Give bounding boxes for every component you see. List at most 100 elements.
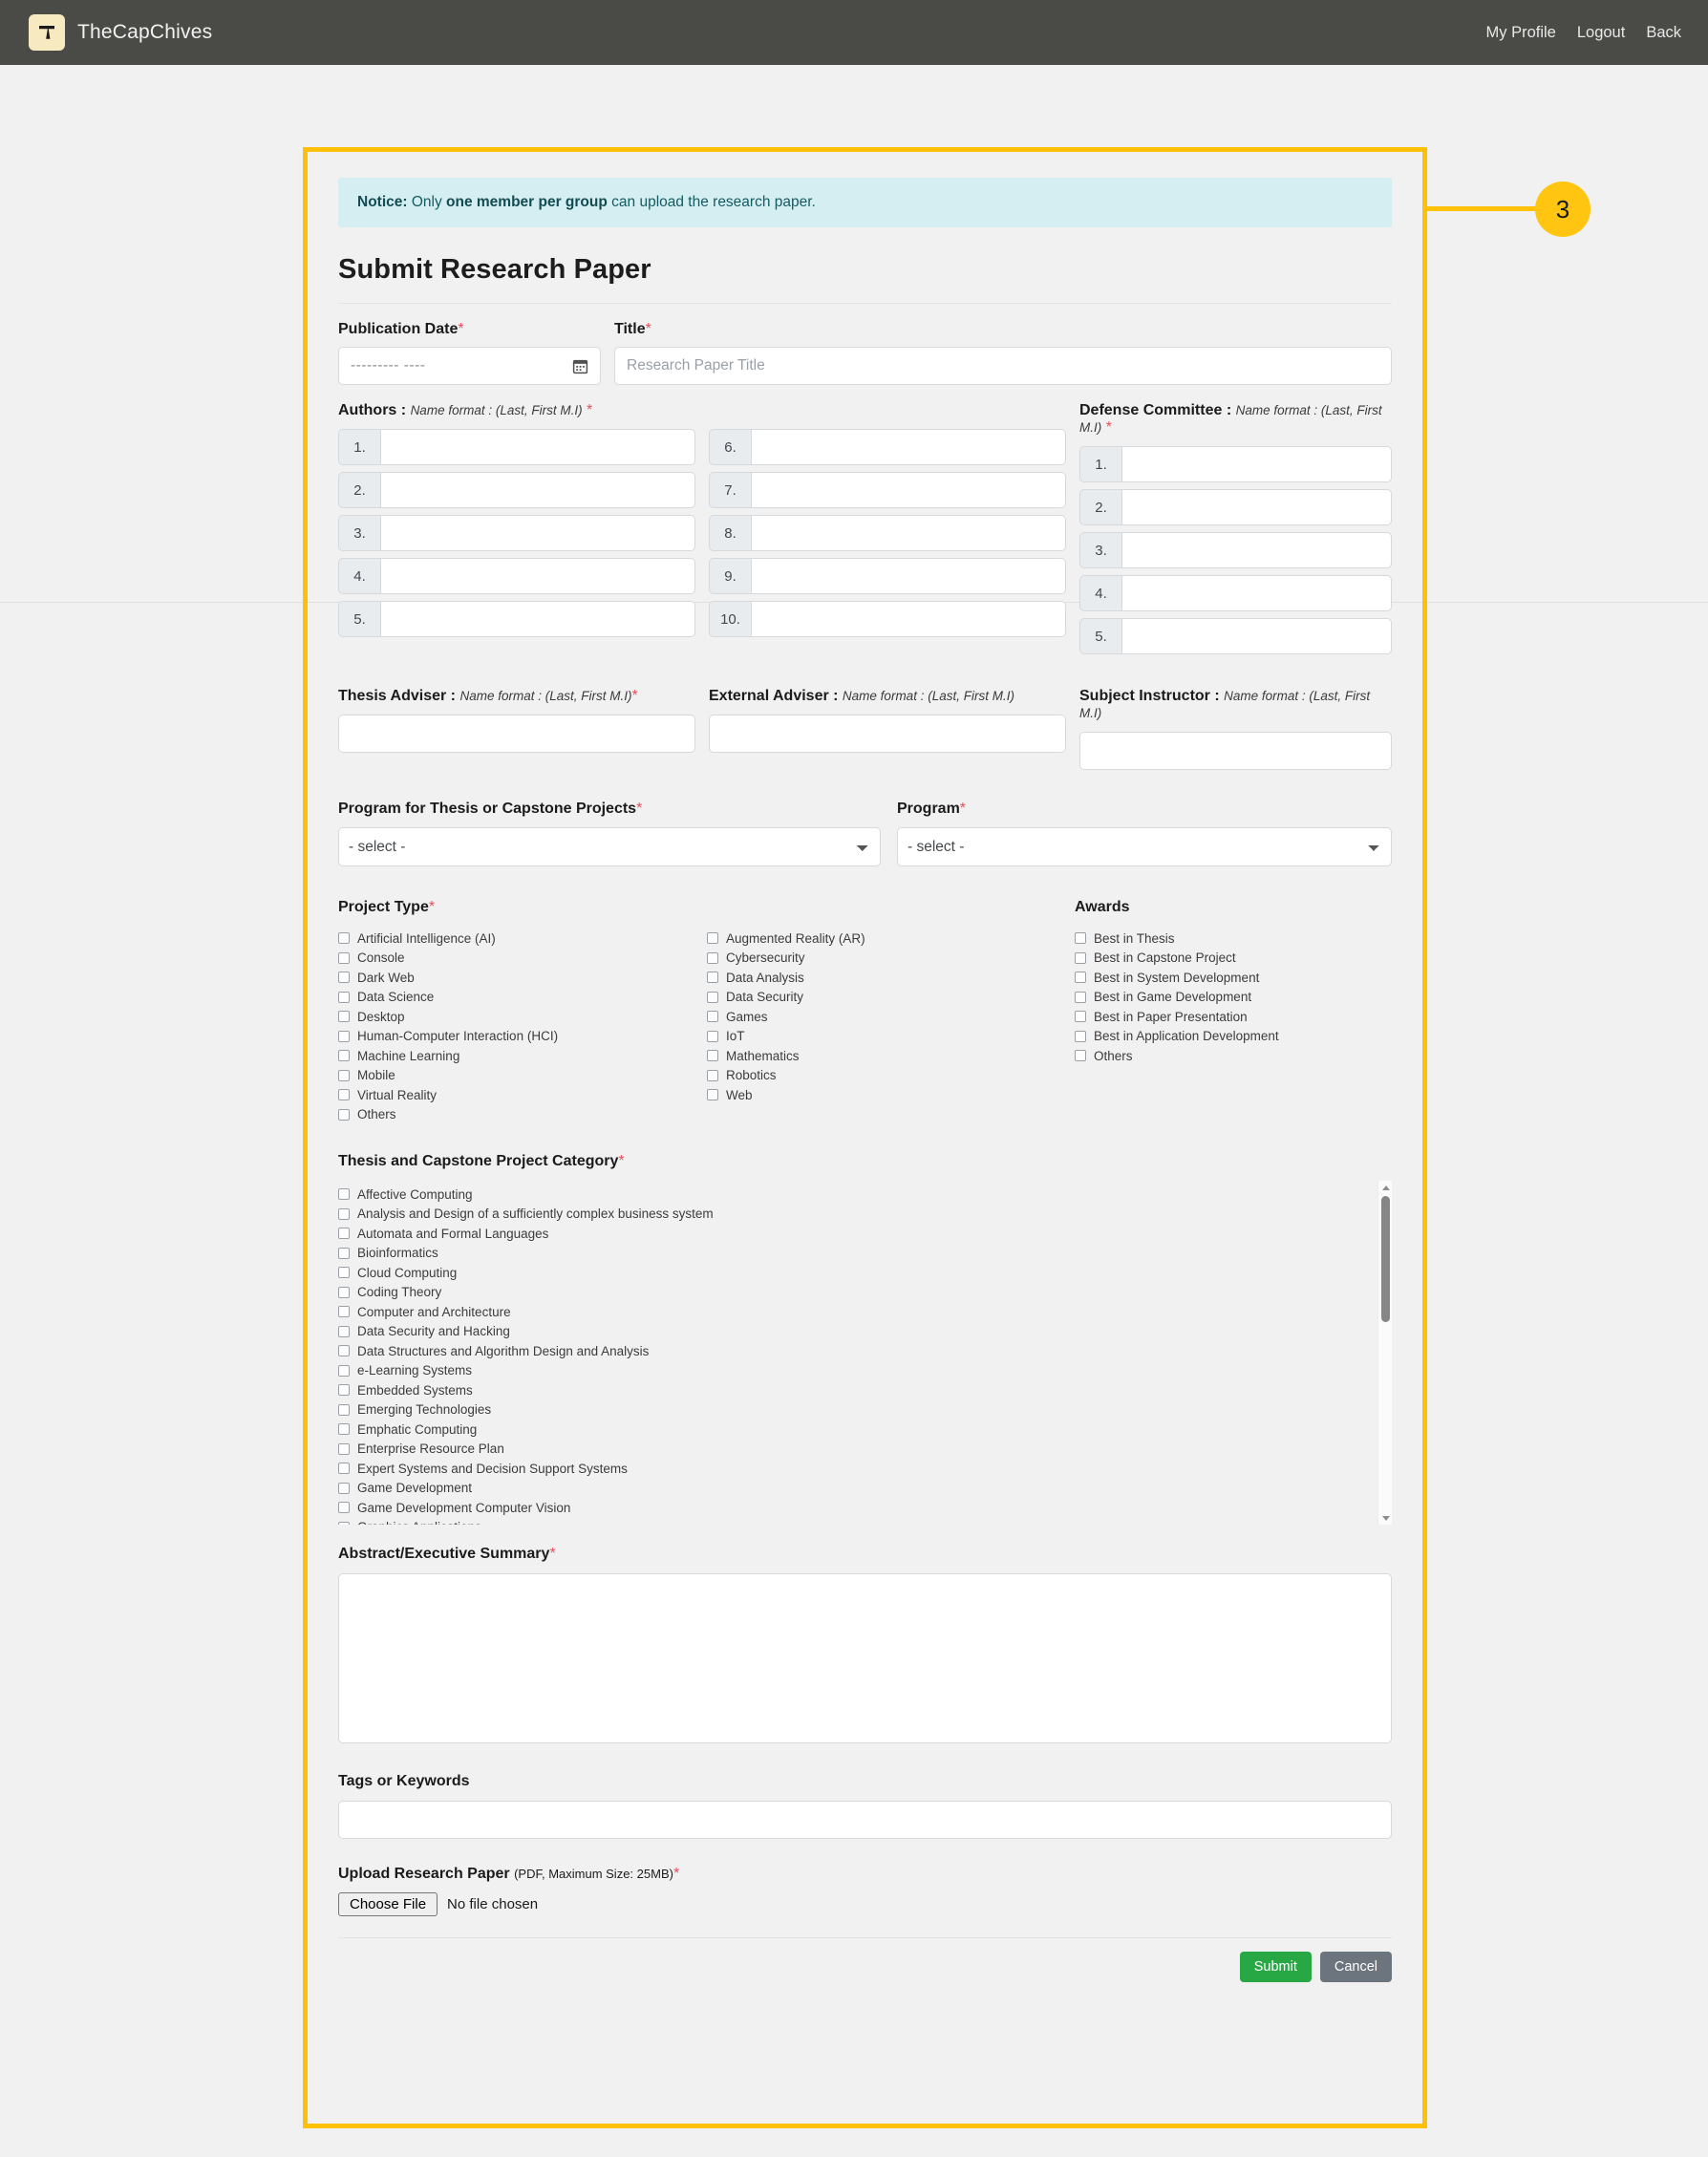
checkbox-row[interactable]: Console (338, 949, 707, 969)
checkbox-row[interactable]: Data Structures and Algorithm Design and… (338, 1341, 1392, 1361)
brand[interactable]: TheCapChives (29, 14, 212, 51)
checkbox-icon[interactable] (707, 991, 718, 1003)
author-input-2[interactable] (380, 472, 695, 508)
checkbox-icon[interactable] (338, 1442, 350, 1455)
checkbox-icon[interactable] (338, 1423, 350, 1436)
checkbox-icon[interactable] (338, 1188, 350, 1201)
checkbox-icon[interactable] (1075, 991, 1086, 1003)
checkbox-icon[interactable] (707, 1069, 718, 1081)
checkbox-row[interactable]: Best in Thesis (1075, 929, 1392, 949)
program-thesis-capstone-select[interactable]: - select - (338, 827, 881, 866)
checkbox-row[interactable]: Expert Systems and Decision Support Syst… (338, 1459, 1392, 1479)
checkbox-icon[interactable] (338, 1403, 350, 1416)
checkbox-icon[interactable] (338, 1364, 350, 1377)
checkbox-icon[interactable] (338, 1463, 350, 1475)
checkbox-icon[interactable] (338, 1030, 350, 1042)
checkbox-row[interactable]: Emerging Technologies (338, 1400, 1392, 1420)
checkbox-row[interactable]: Best in Application Development (1075, 1027, 1392, 1047)
checkbox-icon[interactable] (338, 1069, 350, 1081)
checkbox-row[interactable]: Web (707, 1085, 1075, 1105)
checkbox-row[interactable]: e-Learning Systems (338, 1361, 1392, 1381)
checkbox-row[interactable]: Virtual Reality (338, 1085, 707, 1105)
author-input-5[interactable] (380, 601, 695, 637)
checkbox-row[interactable]: Dark Web (338, 968, 707, 988)
checkbox-icon[interactable] (1075, 1030, 1086, 1042)
checkbox-row[interactable]: Automata and Formal Languages (338, 1224, 1392, 1244)
checkbox-icon[interactable] (338, 1482, 350, 1494)
submit-button[interactable]: Submit (1239, 1952, 1312, 1982)
checkbox-icon[interactable] (338, 1502, 350, 1514)
checkbox-row[interactable]: Computer and Architecture (338, 1302, 1392, 1322)
checkbox-icon[interactable] (338, 1108, 350, 1121)
checkbox-icon[interactable] (338, 1306, 350, 1318)
scroll-up-arrow-icon[interactable] (1378, 1181, 1392, 1194)
checkbox-icon[interactable] (707, 1011, 718, 1023)
checkbox-row[interactable]: Cloud Computing (338, 1263, 1392, 1283)
checkbox-row[interactable]: Best in Capstone Project (1075, 949, 1392, 969)
tags-input[interactable] (338, 1801, 1392, 1839)
author-input-8[interactable] (751, 515, 1066, 551)
nav-back[interactable]: Back (1646, 24, 1681, 42)
checkbox-row[interactable]: IoT (707, 1027, 1075, 1047)
checkbox-row[interactable]: Cybersecurity (707, 949, 1075, 969)
scrollbar-thumb[interactable] (1381, 1196, 1390, 1322)
checkbox-row[interactable]: Augmented Reality (AR) (707, 929, 1075, 949)
author-input-7[interactable] (751, 472, 1066, 508)
checkbox-row[interactable]: Mathematics (707, 1046, 1075, 1066)
checkbox-row[interactable]: Analysis and Design of a sufficiently co… (338, 1205, 1392, 1225)
category-scrollbar[interactable] (1377, 1181, 1392, 1525)
author-input-9[interactable] (751, 558, 1066, 594)
checkbox-icon[interactable] (338, 1089, 350, 1101)
checkbox-row[interactable]: Desktop (338, 1007, 707, 1027)
checkbox-icon[interactable] (1075, 972, 1086, 984)
calendar-icon[interactable] (572, 358, 588, 374)
checkbox-icon[interactable] (707, 951, 718, 964)
checkbox-row[interactable]: Enterprise Resource Plan (338, 1440, 1392, 1460)
committee-input-2[interactable] (1121, 489, 1392, 525)
checkbox-row[interactable]: Robotics (707, 1066, 1075, 1086)
author-input-10[interactable] (751, 601, 1066, 637)
checkbox-row[interactable]: Machine Learning (338, 1046, 707, 1066)
author-input-4[interactable] (380, 558, 695, 594)
choose-file-button[interactable]: Choose File (338, 1892, 438, 1916)
checkbox-row[interactable]: Mobile (338, 1066, 707, 1086)
checkbox-row[interactable]: Embedded Systems (338, 1380, 1392, 1400)
committee-input-3[interactable] (1121, 532, 1392, 568)
checkbox-row[interactable]: Graphics Applications (338, 1518, 1392, 1525)
program-select[interactable]: - select - (897, 827, 1392, 866)
checkbox-row[interactable]: Best in System Development (1075, 968, 1392, 988)
checkbox-icon[interactable] (338, 1228, 350, 1240)
checkbox-icon[interactable] (338, 951, 350, 964)
checkbox-icon[interactable] (1075, 951, 1086, 964)
nav-my-profile[interactable]: My Profile (1485, 24, 1555, 42)
checkbox-row[interactable]: Others (1075, 1046, 1392, 1066)
checkbox-row[interactable]: Emphatic Computing (338, 1420, 1392, 1440)
cancel-button[interactable]: Cancel (1319, 1952, 1392, 1982)
checkbox-row[interactable]: Game Development Computer Vision (338, 1498, 1392, 1518)
checkbox-icon[interactable] (707, 1089, 718, 1101)
author-input-3[interactable] (380, 515, 695, 551)
checkbox-row[interactable]: Affective Computing (338, 1185, 1392, 1205)
checkbox-icon[interactable] (1075, 1050, 1086, 1062)
checkbox-row[interactable]: Coding Theory (338, 1283, 1392, 1303)
checkbox-icon[interactable] (338, 1325, 350, 1337)
checkbox-icon[interactable] (338, 991, 350, 1003)
checkbox-icon[interactable] (707, 972, 718, 984)
committee-input-4[interactable] (1121, 575, 1392, 611)
checkbox-row[interactable]: Best in Game Development (1075, 988, 1392, 1008)
checkbox-row[interactable]: Data Security and Hacking (338, 1322, 1392, 1342)
checkbox-icon[interactable] (338, 1050, 350, 1062)
nav-logout[interactable]: Logout (1577, 24, 1625, 42)
checkbox-icon[interactable] (1075, 932, 1086, 945)
checkbox-row[interactable]: Human-Computer Interaction (HCI) (338, 1027, 707, 1047)
checkbox-icon[interactable] (707, 1030, 718, 1042)
checkbox-icon[interactable] (338, 1521, 350, 1525)
publication-date-input[interactable]: --------- ---- (338, 347, 601, 385)
checkbox-row[interactable]: Data Science (338, 988, 707, 1008)
checkbox-row[interactable]: Others (338, 1105, 707, 1125)
external-adviser-input[interactable] (709, 715, 1066, 753)
committee-input-1[interactable] (1121, 446, 1392, 482)
checkbox-row[interactable]: Bioinformatics (338, 1244, 1392, 1264)
checkbox-row[interactable]: Games (707, 1007, 1075, 1027)
checkbox-icon[interactable] (338, 1286, 350, 1298)
